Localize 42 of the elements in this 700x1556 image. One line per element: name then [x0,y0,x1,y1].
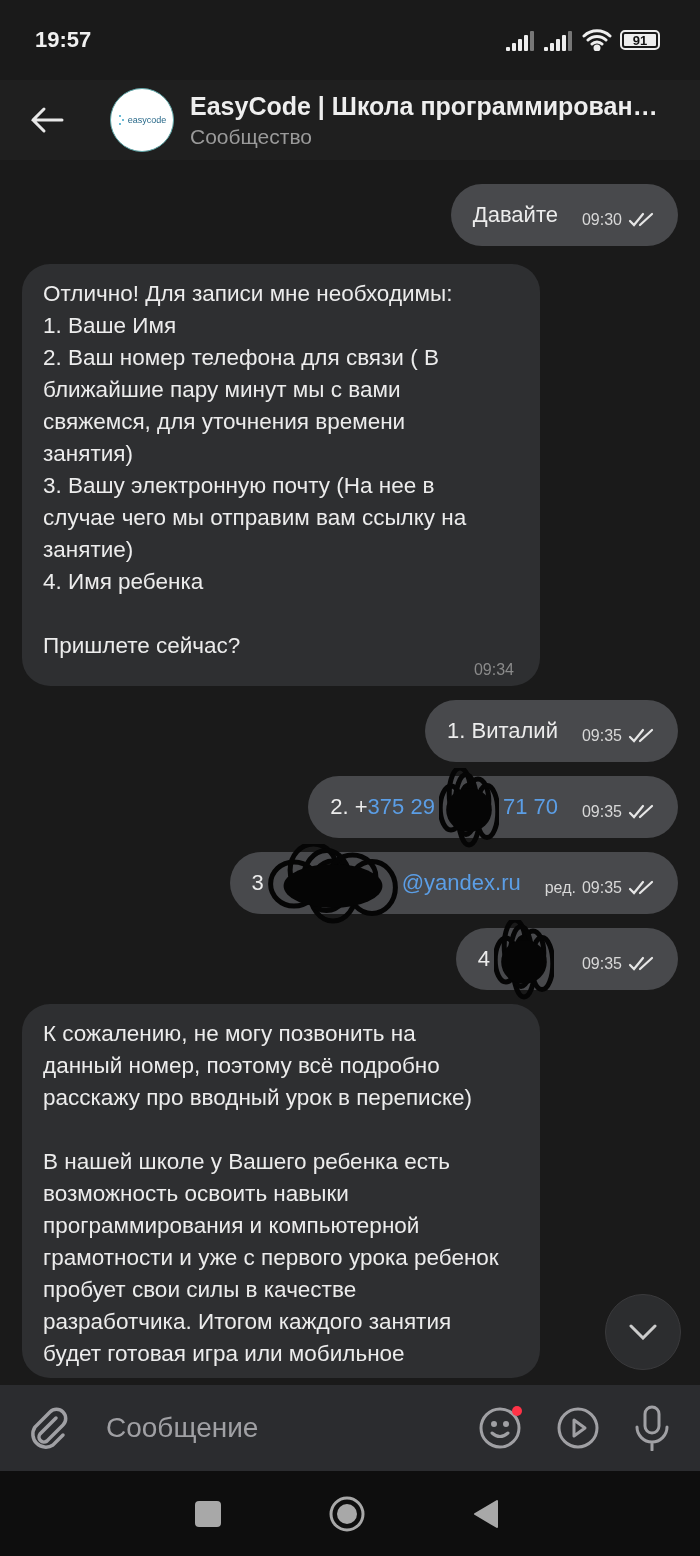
message-link[interactable]: 71 70 [502,794,558,820]
message-time: 09:35 [581,803,622,821]
message-link[interactable]: @yandex.ru [401,870,521,896]
back-button[interactable] [473,1498,499,1529]
battery-icon: 91 [620,30,660,50]
message-time: 09:35 [581,955,622,973]
read-ticks-icon [628,956,656,972]
message-text: 2. + [330,794,368,820]
chevron-down-icon [629,1324,657,1340]
clock-time: 19:57 [35,27,93,53]
message-time: 09:30 [581,211,622,229]
signal-icon [506,29,536,51]
chat-title[interactable]: EasyCode | Школа программирован… [190,91,658,121]
message-text: Отлично! Для записи мне необходимы: 1. Ваше Имя 2. Ваш номер телефона для связи ( В ближайшие пару минут мы с вами свяжемся, для уточнения времени занятия) 3. Вашу электронную почту (На нее в случае чего мы отправим вам ссылку на занятие) 4. Имя ребенка Пришлете сейчас? [43,280,468,660]
paperclip-icon[interactable] [30,1406,68,1450]
edited-label: ред. [544,879,576,897]
message-time: 09:35 [581,727,622,745]
message-text: Давайте [472,202,558,228]
microphone-icon[interactable] [634,1405,670,1451]
read-ticks-icon [628,212,656,228]
home-button[interactable] [329,1495,365,1532]
dots-icon [117,114,126,126]
recent-apps-button[interactable] [195,1500,221,1527]
chat-subtitle: Сообщество [190,124,313,149]
message-text: 1. Виталий [447,718,558,744]
play-circle-icon[interactable] [556,1406,600,1450]
read-ticks-icon [628,728,656,744]
read-ticks-icon [628,880,656,896]
message-text: К сожалению, не могу позвонить на данный номер, поэтому всё подробно расскажу про вводный урок в переписке) В нашей школе у Вашего ребенка есть возможность освоить навыки программирования и компьютерной грамотности и уже с первого урока ребенок пробует свои силы в качестве разработчика. Итогом каждого занятия будет готовая игра или мобильное [43,1020,500,1368]
message-text: 4 [477,946,490,972]
message-link[interactable]: 375 29 [367,794,435,820]
message-text: 3 [251,870,264,896]
wifi-icon [582,29,612,51]
read-ticks-icon [628,804,656,820]
back-arrow-icon[interactable] [30,106,64,134]
smiley-icon [478,1406,522,1450]
logo-text: easycode [127,115,167,125]
community-avatar[interactable]: easycode [110,88,174,152]
message-time: 09:35 [581,879,622,897]
emoji-button[interactable] [478,1406,522,1450]
message-time: 09:34 [473,662,514,678]
signal-icon [544,29,574,51]
